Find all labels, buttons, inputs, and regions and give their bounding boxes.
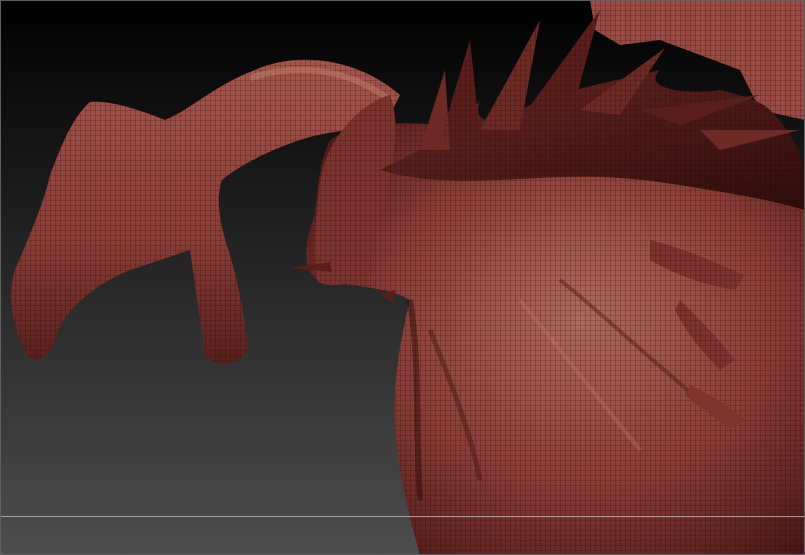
dragon-sculpt-mesh[interactable] (0, 0, 805, 555)
viewport-canvas[interactable] (0, 0, 805, 555)
floor-grid-line (0, 516, 805, 517)
